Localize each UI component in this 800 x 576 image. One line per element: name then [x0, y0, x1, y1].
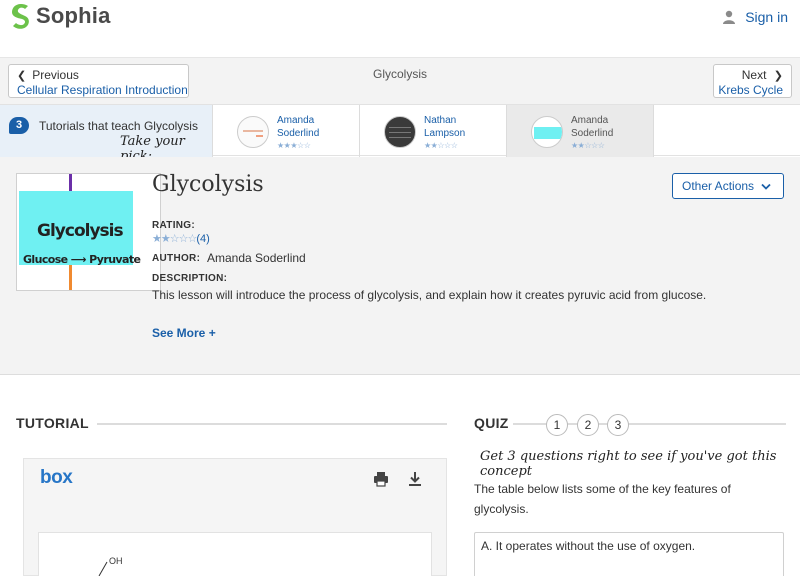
chevron-down-icon [761, 183, 771, 190]
star-rating: ★★☆☆☆ [424, 141, 458, 150]
sophia-logo[interactable]: Sophia [10, 3, 111, 29]
quiz-step-3[interactable]: 3 [607, 414, 629, 436]
thumbnail-subtitle: Glucose ⟶ Pyruvate [23, 253, 141, 266]
rating-count: (4) [196, 233, 210, 245]
tutorial-heading: TUTORIAL [16, 415, 89, 431]
next-lesson-button[interactable]: Next ❯ Krebs Cycle [713, 64, 792, 98]
download-icon[interactable] [407, 471, 423, 487]
lesson-title: Glycolysis [152, 172, 264, 197]
molecule-sketch-icon: OH C [98, 556, 123, 576]
quiz-step-1[interactable]: 1 [546, 414, 568, 436]
tutorial-thumbnail [531, 116, 563, 148]
brand-name: Sophia [36, 3, 111, 28]
other-actions-label: Other Actions [682, 179, 755, 193]
previous-lesson-button[interactable]: ❮ Previous Cellular Respiration Introduct… [8, 64, 189, 98]
previous-lesson-link[interactable]: Cellular Respiration Introduction [17, 83, 188, 97]
lesson-rating[interactable]: ★★☆☆☆(4) [152, 232, 210, 245]
answer-row-a: A. It operates without the use of oxygen… [481, 539, 696, 553]
next-lesson-link[interactable]: Krebs Cycle [714, 83, 783, 97]
sign-in-link[interactable]: Sign in [722, 9, 788, 25]
previous-label: Previous [32, 68, 79, 82]
other-actions-dropdown[interactable]: Other Actions [672, 173, 784, 199]
tutorial-author[interactable]: Amanda Soderlind [571, 114, 613, 140]
chevron-left-icon: ❮ [17, 70, 27, 82]
tutorial-picker-header: 3 Tutorials that teach Glycolysis Take y… [0, 105, 213, 164]
tutorial-divider [97, 423, 447, 425]
document-page: OH C [38, 532, 432, 576]
box-logo: box [40, 467, 73, 488]
quiz-step-2[interactable]: 2 [577, 414, 599, 436]
tutorial-count-badge: 3 [9, 117, 29, 134]
description-label: DESCRIPTION: [152, 273, 228, 284]
tutorial-card[interactable]: Nathan Lampson ★★☆☆☆ [360, 105, 507, 157]
star-rating: ★★☆☆☆ [152, 233, 197, 245]
star-rating: ★★★☆☆ [277, 141, 311, 150]
lesson-description: This lesson will introduce the process o… [152, 288, 707, 302]
tutorial-card[interactable]: Amanda Soderlind ★★★☆☆ [213, 105, 360, 157]
lesson-nav: Glycolysis ❮ Previous Cellular Respiratio… [0, 58, 800, 104]
user-icon [723, 10, 736, 24]
tutorial-author[interactable]: Amanda Soderlind [277, 114, 319, 140]
top-header: Sophia Sign in [0, 0, 800, 58]
sophia-logo-icon [12, 4, 29, 29]
lesson-author: Amanda Soderlind [207, 251, 306, 265]
quiz-hint: Get 3 questions right to see if you've g… [480, 449, 777, 479]
tutorial-card-selected[interactable]: Amanda Soderlind ★★☆☆☆ [507, 105, 654, 157]
chevron-right-icon: ❯ [773, 70, 783, 82]
svg-text:OH: OH [109, 556, 123, 566]
box-document-viewer[interactable]: box OH C [23, 458, 447, 576]
quiz-question: The table below lists some of the key fe… [474, 482, 731, 516]
lesson-thumbnail: Glycolysis Glucose ⟶ Pyruvate [16, 173, 161, 291]
print-icon[interactable] [373, 471, 389, 487]
next-label: Next [741, 68, 767, 82]
rating-label: RATING: [152, 220, 196, 231]
tutorial-picker-title: Tutorials that teach Glycolysis [39, 119, 198, 133]
star-rating: ★★☆☆☆ [571, 141, 605, 150]
see-more-link[interactable]: See More + [152, 326, 216, 340]
tutorial-thumbnail [237, 116, 269, 148]
quiz-heading: QUIZ [474, 415, 509, 431]
quiz-answer-table: A. It operates without the use of oxygen… [474, 532, 784, 576]
thumbnail-title: Glycolysis [37, 221, 124, 241]
author-label: AUTHOR: [152, 253, 201, 264]
tutorial-picker: 3 Tutorials that teach Glycolysis Take y… [0, 104, 800, 164]
tutorial-author[interactable]: Nathan Lampson [424, 114, 465, 140]
tutorial-thumbnail [384, 116, 416, 148]
sign-in-label: Sign in [745, 9, 788, 25]
